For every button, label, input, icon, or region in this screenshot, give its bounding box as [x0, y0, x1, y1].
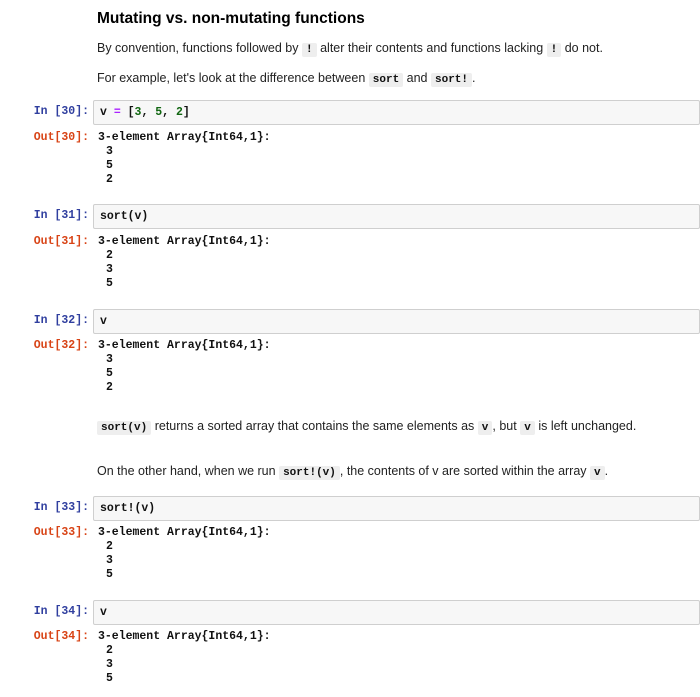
inline-code: sort!: [431, 73, 473, 87]
cell-output: 3-element Array{Int64,1}: 3 5 2: [98, 339, 700, 395]
text-fragment: and: [406, 71, 428, 85]
input-prompt: In [34]:: [33, 605, 89, 618]
output-value: 3: [106, 263, 113, 276]
text-fragment: returns a sorted array that contains the…: [154, 419, 475, 433]
section-heading: Mutating vs. non-mutating functions: [97, 10, 365, 27]
text-fragment: , but: [492, 419, 517, 433]
inline-code: v: [520, 421, 535, 435]
cell-output: 3-element Array{Int64,1}: 2 3 5: [98, 630, 700, 686]
cell-output: 3-element Array{Int64,1}: 3 5 2: [98, 131, 700, 187]
intro-paragraph: By convention, functions followed by ! a…: [97, 40, 696, 58]
inline-code: !: [302, 43, 317, 57]
markdown-cell-intro[interactable]: Mutating vs. non-mutating functions By c…: [97, 10, 696, 88]
code-text: v: [100, 315, 107, 328]
code-text: v: [100, 606, 107, 619]
markdown-cell-explanation[interactable]: sort(v) returns a sorted array that cont…: [97, 418, 696, 436]
output-header: 3-element Array{Int64,1}:: [98, 339, 271, 352]
output-value: 3: [106, 145, 113, 158]
text-fragment: alter their contents and functions lacki…: [320, 41, 544, 55]
output-value: 5: [106, 159, 113, 172]
code-text: v = [3, 5, 2]: [100, 106, 190, 119]
cell-output: 3-element Array{Int64,1}: 2 3 5: [98, 235, 700, 291]
inline-code: v: [477, 421, 493, 435]
cell-output: 3-element Array{Int64,1}: 2 3 5: [98, 526, 700, 582]
output-value: 5: [106, 277, 113, 290]
output-prompt: Out[33]:: [33, 526, 89, 539]
text-fragment: , the contents of v are sorted within th…: [339, 464, 587, 478]
text-fragment: .: [472, 71, 476, 85]
input-prompt: In [31]:: [33, 209, 89, 222]
input-prompt: In [30]:: [33, 105, 89, 118]
inline-code: sort(v): [97, 421, 152, 435]
output-header: 3-element Array{Int64,1}:: [98, 526, 271, 539]
output-value: 2: [106, 249, 113, 262]
example-paragraph: For example, let's look at the differenc…: [97, 70, 696, 88]
output-value: 2: [106, 540, 113, 553]
output-value: 3: [106, 658, 113, 671]
markdown-cell-mutating[interactable]: On the other hand, when we run sort!(v),…: [97, 463, 696, 481]
code-input-cell[interactable]: sort!(v): [93, 496, 700, 521]
output-prompt: Out[30]:: [33, 131, 89, 144]
output-prompt: Out[32]:: [33, 339, 89, 352]
inline-code: !: [546, 43, 562, 57]
output-value: 5: [106, 568, 113, 581]
mutating-paragraph: On the other hand, when we run sort!(v),…: [97, 463, 696, 481]
input-prompt: In [32]:: [33, 314, 89, 327]
output-value: 2: [106, 173, 113, 186]
inline-code: v: [590, 466, 605, 480]
code-input-cell[interactable]: v: [93, 600, 700, 625]
code-input-cell[interactable]: v: [93, 309, 700, 334]
code-text: sort!(v): [100, 502, 156, 515]
output-header: 3-element Array{Int64,1}:: [98, 235, 271, 248]
output-value: 5: [106, 672, 113, 685]
inline-code: sort!(v): [279, 466, 340, 480]
inline-code: sort: [368, 73, 404, 87]
output-value: 3: [106, 353, 113, 366]
text-fragment: .: [604, 464, 609, 478]
output-prompt: Out[34]:: [33, 630, 89, 643]
output-value: 5: [106, 367, 113, 380]
output-value: 2: [106, 644, 113, 657]
text-fragment: For example, let's look at the differenc…: [97, 71, 366, 85]
output-value: 2: [106, 381, 113, 394]
input-prompt: In [33]:: [33, 501, 89, 514]
explanation-paragraph: sort(v) returns a sorted array that cont…: [97, 418, 696, 436]
code-input-cell[interactable]: sort(v): [93, 204, 700, 229]
text-fragment: is left unchanged.: [538, 419, 637, 433]
text-fragment: By convention, functions followed by: [97, 41, 299, 55]
output-header: 3-element Array{Int64,1}:: [98, 630, 271, 643]
code-input-cell[interactable]: v = [3, 5, 2]: [93, 100, 700, 125]
output-value: 3: [106, 554, 113, 567]
text-fragment: On the other hand, when we run: [97, 464, 276, 478]
code-text: sort(v): [100, 210, 149, 223]
output-header: 3-element Array{Int64,1}:: [98, 131, 271, 144]
output-prompt: Out[31]:: [33, 235, 89, 248]
text-fragment: do not.: [564, 41, 603, 55]
